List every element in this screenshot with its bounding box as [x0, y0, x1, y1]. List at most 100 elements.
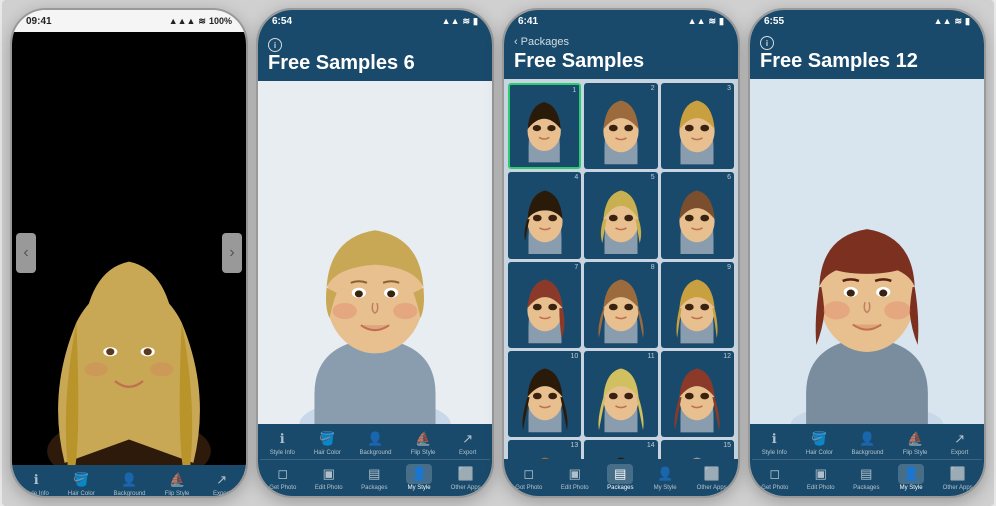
wifi-icon-3: ≋ [709, 16, 717, 27]
hair-color-btn-s4[interactable]: 🪣 Hair Color [806, 429, 833, 456]
get-photo-tab-s2[interactable]: ◻ Get Photo [269, 464, 296, 491]
packages-tab-s2[interactable]: ▤ Packages [361, 464, 387, 491]
screenshots-container: 09:41 ▲▲▲ ≋ 100% i Female Extra 268/306 … [2, 0, 994, 506]
style-info-icon-s2: ℹ [269, 429, 295, 449]
hair-cell-5[interactable]: 5 [584, 172, 657, 258]
hair-color-btn-s2[interactable]: 🪣 Hair Color [314, 429, 341, 456]
flip-style-icon-s4: ⛵ [902, 429, 928, 449]
edit-photo-tab-s2[interactable]: ▣ Edit Photo [315, 464, 343, 491]
screen4-header-row: i [760, 36, 974, 50]
cell-num-2: 2 [651, 85, 655, 92]
edit-photo-icon-s2: ▣ [316, 464, 342, 484]
packages-tab-s4[interactable]: ▤ Packages [853, 464, 879, 491]
other-apps-tab-s3[interactable]: ⬜ Other Apps [697, 464, 727, 491]
edit-photo-label-s3: Edit Photo [561, 485, 589, 491]
hair-cell-11[interactable]: 11 [584, 351, 657, 437]
hair-cell-1[interactable]: 1 [508, 83, 581, 169]
wifi-icon-4: ≋ [955, 16, 963, 27]
flip-style-btn-s2[interactable]: ⛵ Flip Style [410, 429, 436, 456]
chevron-left-btn[interactable]: ‹ [16, 233, 36, 273]
hair-color-btn-s1[interactable]: 🪣 Hair Color [68, 470, 95, 497]
background-btn-s4[interactable]: 👤 Background [851, 429, 883, 456]
got-photo-tab-s3[interactable]: ◻ Got Photo [515, 464, 542, 491]
export-icon-s4: ↗ [947, 429, 973, 449]
hair-cell-13[interactable]: 13 [508, 440, 581, 459]
info-btn-s2[interactable]: i [268, 38, 282, 52]
screen2-header-row: i [268, 38, 482, 52]
my-style-label-s2: My Style [408, 485, 431, 491]
hair-cell-2[interactable]: 2 [584, 83, 657, 169]
hair-cell-10[interactable]: 10 [508, 351, 581, 437]
woman-silhouette-s1 [12, 86, 246, 465]
packages-tab-s3[interactable]: ▤ Packages [607, 464, 633, 491]
back-chevron-icon: ‹ [514, 36, 518, 48]
my-style-tab-s3[interactable]: 👤 My Style [652, 464, 678, 491]
status-time-3: 6:41 [518, 16, 538, 27]
screen1-main-image: ‹ › [12, 86, 246, 465]
flip-style-icon-s2: ⛵ [410, 429, 436, 449]
status-icons-2: ▲▲ ≋ ▮ [442, 16, 478, 27]
get-photo-label-s2: Get Photo [269, 485, 296, 491]
hair-cell-8[interactable]: 8 [584, 262, 657, 348]
screen2-header: i Free Samples 6 [258, 32, 492, 81]
battery-icon-3: ▮ [719, 16, 724, 27]
status-time-2: 6:54 [272, 16, 292, 27]
edit-photo-label-s2: Edit Photo [315, 485, 343, 491]
edit-photo-icon-s3: ▣ [562, 464, 588, 484]
packages-label-s2: Packages [361, 485, 387, 491]
signal-icon-2: ▲▲ [442, 16, 460, 26]
hair-color-label-s1: Hair Color [68, 491, 95, 497]
export-btn-s4[interactable]: ↗ Export [947, 429, 973, 456]
style-info-btn-s4[interactable]: ℹ Style Info [761, 429, 787, 456]
hair-cell-14[interactable]: 14 [584, 440, 657, 459]
packages-label-s4: Packages [853, 485, 879, 491]
hair-cell-15[interactable]: 15 [661, 440, 734, 459]
export-btn-s2[interactable]: ↗ Export [455, 429, 481, 456]
cell-num-8: 8 [651, 264, 655, 271]
get-photo-icon-s4: ◻ [762, 464, 788, 484]
other-apps-label-s2: Other Apps [451, 485, 481, 491]
hair-cell-6[interactable]: 6 [661, 172, 734, 258]
style-info-btn-s1[interactable]: ℹ Style Info [23, 470, 49, 497]
info-btn-s4[interactable]: i [760, 36, 774, 50]
background-btn-s2[interactable]: 👤 Background [359, 429, 391, 456]
screen4-header: i Free Samples 12 [750, 32, 984, 79]
info-icon-s1[interactable]: i [12, 32, 246, 50]
background-btn-s1[interactable]: 👤 Background [113, 470, 145, 497]
flip-style-btn-s4[interactable]: ⛵ Flip Style [902, 429, 928, 456]
edit-photo-tab-s3[interactable]: ▣ Edit Photo [561, 464, 589, 491]
my-style-label-s3: My Style [654, 485, 677, 491]
toolbar-bottom-s2: ◻ Get Photo ▣ Edit Photo ▤ Packages 👤 My… [260, 459, 490, 491]
status-bar-4: 6:55 ▲▲ ≋ ▮ [750, 10, 984, 32]
chevron-right-btn[interactable]: › [222, 233, 242, 273]
back-label[interactable]: Packages [521, 36, 569, 48]
other-apps-tab-s2[interactable]: ⬜ Other Apps [451, 464, 481, 491]
battery-icon: 100% [209, 16, 232, 26]
style-info-label-s4: Style Info [762, 450, 787, 456]
toolbar-top-s2: ℹ Style Info 🪣 Hair Color 👤 Background ⛵… [260, 429, 490, 456]
my-style-tab-s2[interactable]: 👤 My Style [406, 464, 432, 491]
other-apps-icon-s3: ⬜ [699, 464, 725, 484]
get-photo-tab-s4[interactable]: ◻ Get Photo [761, 464, 788, 491]
hair-cell-3[interactable]: 3 [661, 83, 734, 169]
hair-cell-4[interactable]: 4 [508, 172, 581, 258]
cell-num-7: 7 [574, 264, 578, 271]
battery-icon-4: ▮ [965, 16, 970, 27]
other-apps-tab-s4[interactable]: ⬜ Other Apps [943, 464, 973, 491]
hair-cell-7[interactable]: 7 [508, 262, 581, 348]
my-style-tab-s4[interactable]: 👤 My Style [898, 464, 924, 491]
hair-color-label-s4: Hair Color [806, 450, 833, 456]
edit-photo-tab-s4[interactable]: ▣ Edit Photo [807, 464, 835, 491]
cell-num-1: 1 [572, 87, 576, 94]
get-photo-label-s4: Get Photo [761, 485, 788, 491]
style-info-icon-s1: ℹ [23, 470, 49, 490]
flip-style-btn-s1[interactable]: ⛵ Flip Style [164, 470, 190, 497]
hair-cell-9[interactable]: 9 [661, 262, 734, 348]
status-bar-1: 09:41 ▲▲▲ ≋ 100% [12, 10, 246, 32]
style-info-btn-s2[interactable]: ℹ Style Info [269, 429, 295, 456]
flip-style-label-s2: Flip Style [411, 450, 436, 456]
hair-cell-12[interactable]: 12 [661, 351, 734, 437]
export-btn-s1[interactable]: ↗ Export [209, 470, 235, 497]
flip-style-label-s1: Flip Style [165, 491, 190, 497]
other-apps-icon-s4: ⬜ [945, 464, 971, 484]
